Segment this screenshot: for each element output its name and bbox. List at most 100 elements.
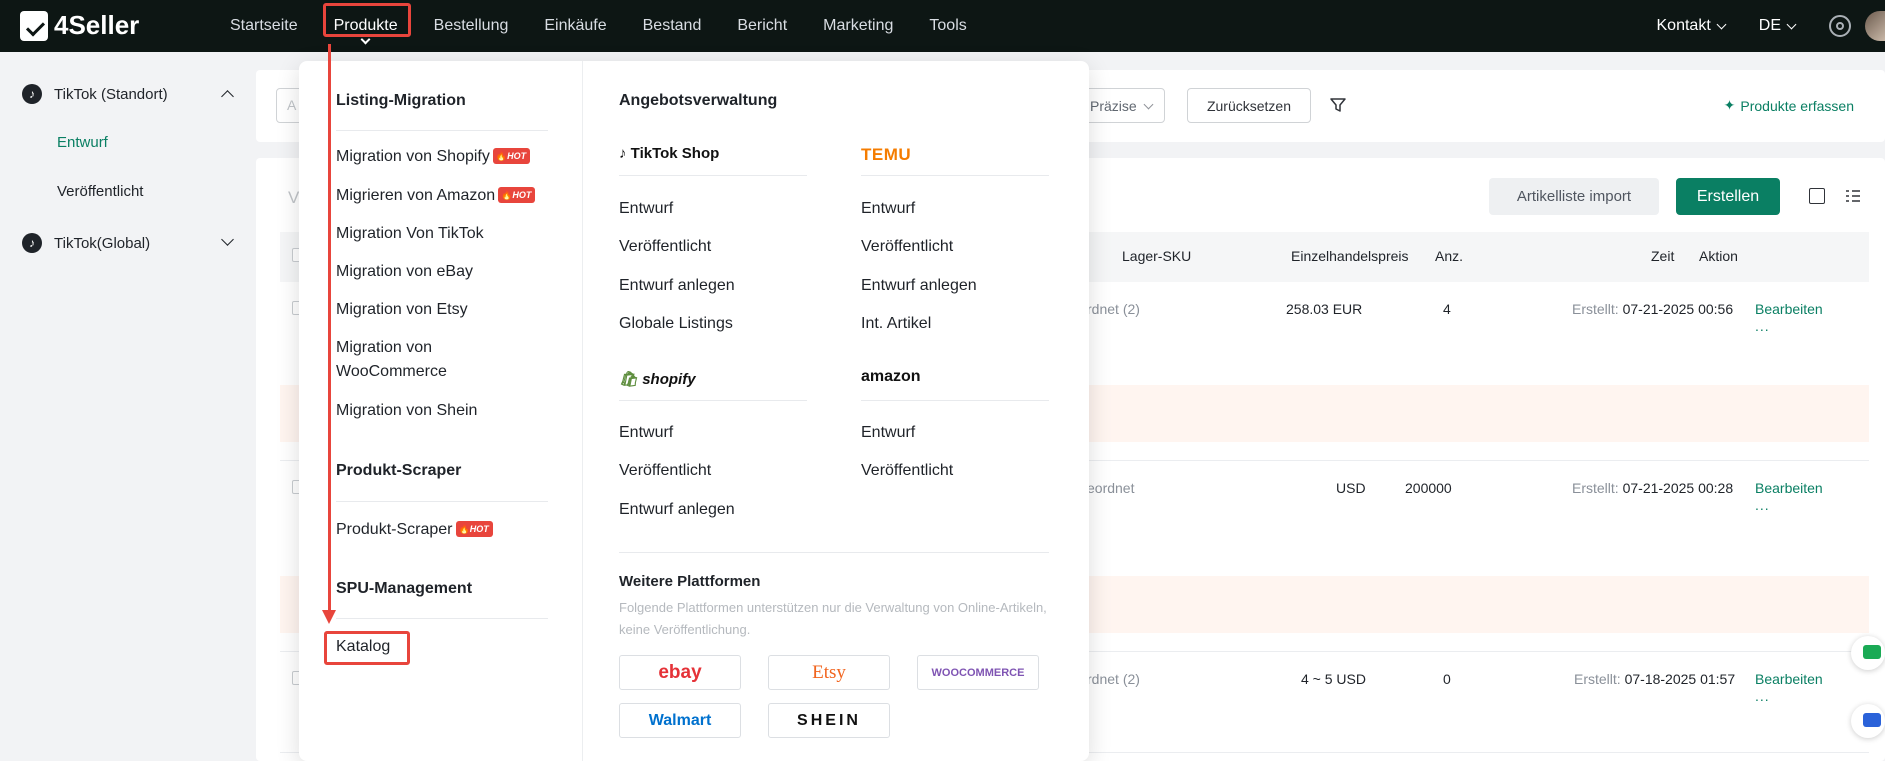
menu-item-product-scraper[interactable]: Produkt-Scraper 🔥HOT — [336, 518, 546, 542]
sidebar: ♪ TikTok (Standort) Entwurf Veröffentlic… — [0, 52, 256, 761]
menu-item-migration-amazon[interactable]: Migrieren von Amazon 🔥HOT — [336, 184, 546, 208]
language-label: DE — [1758, 17, 1781, 34]
gear-icon[interactable] — [1829, 15, 1851, 37]
offer-management-heading: Angebotsverwaltung — [619, 92, 778, 109]
more-actions[interactable]: ... — [1755, 688, 1770, 704]
menu-item-migration-ebay[interactable]: Migration von eBay — [336, 260, 546, 284]
menu-item-migration-etsy[interactable]: Migration von Etsy — [336, 298, 546, 322]
platform-walmart[interactable]: Walmart — [619, 703, 741, 738]
more-actions[interactable]: ... — [1755, 318, 1770, 334]
menu-item-migration-woocommerce[interactable]: Migration von WooCommerce — [336, 336, 486, 384]
avatar[interactable] — [1865, 11, 1885, 41]
menu-item-amazon-veroeffentlicht[interactable]: Veröffentlicht — [861, 462, 953, 480]
nav-bestellung[interactable]: Bestellung — [416, 0, 527, 52]
edit-link[interactable]: Bearbeiten — [1755, 671, 1823, 687]
nav-bericht[interactable]: Bericht — [719, 0, 805, 52]
tutorial-button[interactable] — [1851, 704, 1885, 738]
menu-item-tiktok-entwurf[interactable]: Entwurf — [619, 200, 673, 218]
panel-tab-stub[interactable]: V — [288, 188, 299, 208]
hot-badge: 🔥HOT — [498, 187, 536, 203]
reset-button[interactable]: Zurücksetzen — [1187, 88, 1311, 123]
filter-icon[interactable] — [1329, 96, 1347, 114]
tiktok-shop-logo: ♪ TikTok Shop — [619, 145, 720, 162]
contact-label: Kontakt — [1656, 17, 1711, 34]
match-mode-select[interactable]: Präzise — [1079, 88, 1165, 123]
row-sku: rdnet (2) — [1087, 301, 1140, 317]
menu-item-shopify-entwurf[interactable]: Entwurf — [619, 424, 673, 442]
divider — [861, 400, 1049, 401]
create-button[interactable]: Erstellen — [1676, 178, 1780, 215]
row-sku: rdnet (2) — [1087, 671, 1140, 687]
annotation-arrow — [328, 44, 331, 612]
more-actions[interactable]: ... — [1755, 497, 1770, 513]
row-price: 4 ~ 5 USD — [1301, 671, 1366, 687]
menu-item-shopify-veroeffentlicht[interactable]: Veröffentlicht — [619, 462, 711, 480]
import-list-button[interactable]: Artikelliste import — [1489, 178, 1659, 215]
nav-einkaeufe[interactable]: Einkäufe — [526, 0, 624, 52]
sidebar-group-tiktok-standort[interactable]: ♪ TikTok (Standort) — [22, 84, 234, 104]
sparkle-icon: ✦ — [1723, 97, 1736, 113]
row-price: 258.03 EUR — [1286, 301, 1363, 317]
sidebar-item-veroeffentlicht[interactable]: Veröffentlicht — [57, 183, 143, 200]
divider — [619, 175, 807, 176]
menu-item-migration-tiktok[interactable]: Migration Von TikTok — [336, 222, 546, 246]
temu-logo: TEMU — [861, 145, 912, 164]
menu-item-tiktok-globale-listings[interactable]: Globale Listings — [619, 315, 733, 333]
platform-etsy[interactable]: Etsy — [768, 655, 890, 690]
platform-shein[interactable]: SHEIN — [768, 703, 890, 738]
row-qty: 4 — [1443, 301, 1451, 317]
hot-badge: 🔥HOT — [492, 148, 531, 164]
chevron-down-icon — [1716, 19, 1727, 29]
row-price: USD — [1336, 480, 1366, 496]
spu-heading: SPU-Management — [336, 580, 473, 597]
sidebar-group-tiktok-global[interactable]: ♪ TikTok(Global) — [22, 233, 234, 253]
menu-item-temu-veroeffentlicht[interactable]: Veröffentlicht — [861, 238, 953, 256]
row-qty: 0 — [1443, 671, 1451, 687]
divider — [336, 618, 548, 619]
shopify-logo: 🛍 shopify — [619, 371, 696, 388]
logo-bag-icon — [20, 10, 48, 41]
col-time: Zeit — [1651, 248, 1675, 264]
row-time: Erstellt: 07-21-2025 00:56 — [1572, 301, 1734, 317]
menu-item-temu-entwurf[interactable]: Entwurf — [861, 200, 915, 218]
contact-menu[interactable]: Kontakt — [1656, 17, 1727, 35]
menu-item-temu-int-artikel[interactable]: Int. Artikel — [861, 315, 931, 333]
edit-link[interactable]: Bearbeiten — [1755, 480, 1823, 496]
platform-woocommerce[interactable]: WOOCOMMERCE — [917, 655, 1039, 690]
menu-item-tiktok-entwurf-anlegen[interactable]: Entwurf anlegen — [619, 277, 735, 295]
nav-tools[interactable]: Tools — [911, 0, 984, 52]
menu-item-migration-shein[interactable]: Migration von Shein — [336, 399, 546, 423]
capture-products-link[interactable]: ✦ Produkte erfassen — [1724, 97, 1854, 114]
menu-item-amazon-entwurf[interactable]: Entwurf — [861, 424, 915, 442]
app-logo[interactable]: 4Seller — [20, 10, 139, 41]
menu-item-migration-shopify[interactable]: Migration von Shopify 🔥HOT — [336, 145, 546, 169]
logo-text: 4Seller — [54, 10, 140, 40]
nav-marketing[interactable]: Marketing — [805, 0, 911, 52]
chat-support-button[interactable] — [1851, 636, 1885, 670]
divider — [861, 175, 1049, 176]
top-right-controls: Kontakt DE — [1657, 0, 1885, 52]
top-navbar: 4Seller Startseite Produkte Bestellung E… — [0, 0, 1885, 52]
hot-badge: 🔥HOT — [455, 521, 493, 537]
language-menu[interactable]: DE — [1758, 17, 1797, 35]
products-dropdown-menu: Listing-Migration Migration von Shopify 🔥… — [299, 61, 1089, 761]
chevron-down-icon — [1786, 19, 1797, 29]
tiktok-icon: ♪ — [22, 84, 42, 104]
export-icon[interactable] — [1809, 188, 1825, 204]
tiktok-icon: ♪ — [22, 233, 42, 253]
edit-link[interactable]: Bearbeiten — [1755, 301, 1823, 317]
column-settings-icon[interactable] — [1845, 188, 1861, 204]
sidebar-group-label: TikTok(Global) — [54, 234, 151, 252]
divider — [336, 130, 548, 131]
menu-item-shopify-entwurf-anlegen[interactable]: Entwurf anlegen — [619, 501, 735, 519]
platform-ebay[interactable]: ebay — [619, 655, 741, 690]
sidebar-item-entwurf[interactable]: Entwurf — [57, 134, 108, 151]
menu-item-tiktok-veroeffentlicht[interactable]: Veröffentlicht — [619, 238, 711, 256]
highlight-box — [322, 3, 411, 37]
nav-startseite[interactable]: Startseite — [212, 0, 316, 52]
more-platforms-heading: Weitere Plattformen — [619, 573, 761, 590]
nav-bestand[interactable]: Bestand — [625, 0, 720, 52]
menu-item-temu-entwurf-anlegen[interactable]: Entwurf anlegen — [861, 277, 977, 295]
annotation-arrow-head — [322, 610, 336, 624]
amazon-logo: amazon — [861, 368, 921, 385]
